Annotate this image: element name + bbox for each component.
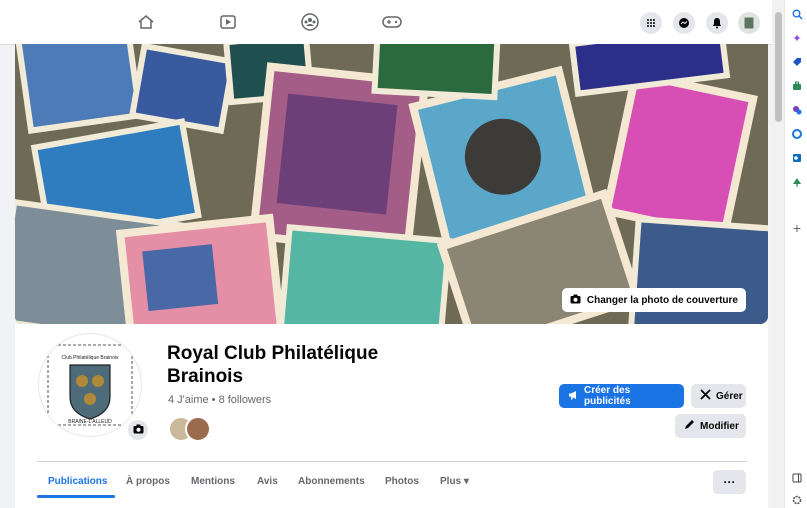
create-ads-label: Créer des publicités	[584, 385, 631, 407]
create-ads-button[interactable]: Créer des publicités	[559, 384, 684, 408]
games-icon[interactable]	[791, 104, 803, 116]
edit-label: Modifier	[700, 420, 739, 432]
tab-mentions[interactable]: Mentions	[191, 476, 235, 487]
profile-avatar[interactable]	[738, 12, 760, 34]
manage-button[interactable]: Gérer	[691, 384, 746, 408]
tab-subscriptions[interactable]: Abonnements	[298, 476, 365, 487]
settings-icon[interactable]	[791, 494, 803, 506]
page-scrollbar[interactable]	[772, 0, 784, 508]
manage-label: Gérer	[716, 390, 743, 402]
logo-bottom-text: BRAINE-L'ALLEUD	[68, 419, 112, 425]
add-icon[interactable]: +	[791, 220, 803, 236]
notifications-icon[interactable]	[706, 12, 728, 34]
office-icon[interactable]	[791, 128, 803, 140]
cover-photo: Changer la photo de couverture	[15, 44, 768, 324]
tools-icon	[700, 389, 711, 403]
tab-more[interactable]: Plus ▾	[440, 476, 469, 487]
page-profile-picture[interactable]: Club Philatélique Brainois BRAINE-L'ALLE…	[39, 334, 141, 436]
top-navigation-bar	[0, 0, 772, 45]
tab-reviews[interactable]: Avis	[257, 476, 278, 487]
copilot-icon[interactable]: ✦	[791, 32, 803, 45]
logo-top-text: Club Philatélique Brainois	[62, 355, 119, 361]
outlook-icon[interactable]	[791, 152, 803, 164]
page-title: Royal Club Philatélique Brainois	[167, 343, 379, 387]
follower-avatar[interactable]	[185, 416, 211, 442]
groups-icon[interactable]	[298, 10, 322, 34]
sidebar-toggle-icon[interactable]	[791, 472, 803, 484]
search-icon[interactable]	[791, 8, 803, 20]
more-options-button[interactable]: ···	[713, 470, 746, 494]
club-logo: Club Philatélique Brainois BRAINE-L'ALLE…	[47, 344, 133, 426]
header-divider	[37, 461, 747, 462]
update-profile-picture-button[interactable]	[128, 420, 148, 440]
camera-icon	[133, 421, 144, 439]
tab-photos[interactable]: Photos	[385, 476, 419, 487]
pencil-icon	[684, 419, 695, 433]
briefcase-icon[interactable]	[791, 80, 803, 92]
page-header-card: Club Philatélique Brainois BRAINE-L'ALLE…	[15, 324, 768, 508]
change-cover-photo-button[interactable]: Changer la photo de couverture	[561, 288, 746, 312]
menu-grid-icon[interactable]	[640, 12, 662, 34]
change-cover-photo-label: Changer la photo de couverture	[586, 294, 738, 306]
browser-sidebar: ✦ +	[784, 0, 807, 508]
home-icon[interactable]	[134, 10, 158, 34]
gaming-icon[interactable]	[380, 10, 404, 34]
scrollbar-thumb[interactable]	[775, 12, 782, 122]
tab-publications[interactable]: Publications	[48, 476, 107, 487]
watch-icon[interactable]	[216, 10, 240, 34]
tab-about[interactable]: À propos	[126, 476, 170, 487]
edit-button[interactable]: Modifier	[675, 414, 746, 438]
stamp-collage-image	[15, 44, 768, 324]
messenger-icon[interactable]	[673, 12, 695, 34]
camera-icon	[570, 294, 581, 307]
megaphone-icon	[568, 390, 579, 403]
active-tab-indicator	[37, 495, 115, 498]
page-stats[interactable]: 4 J'aime • 8 followers	[168, 394, 271, 406]
tree-icon[interactable]	[791, 176, 803, 188]
tag-icon[interactable]	[791, 56, 803, 68]
